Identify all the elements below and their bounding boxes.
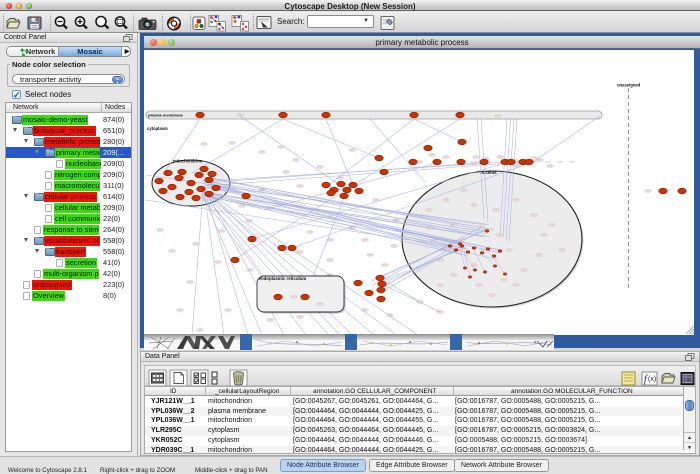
svg-text:cytoplasm: cytoplasm [147, 126, 168, 131]
svg-text:plasma membrane: plasma membrane [148, 113, 184, 118]
svg-text:(x): (x) [648, 376, 656, 383]
svg-text:nucleus: nucleus [480, 170, 497, 175]
svg-text:endoplasmic reticulum: endoplasmic reticulum [259, 276, 307, 281]
svg-text:unassigned: unassigned [617, 83, 641, 88]
svg-text:mitochondrion: mitochondrion [173, 159, 203, 164]
